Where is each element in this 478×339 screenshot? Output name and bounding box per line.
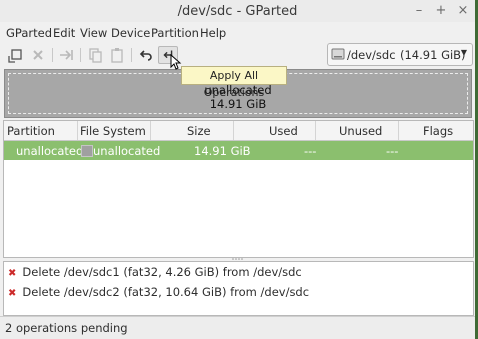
cell-used: --- — [304, 144, 317, 158]
mouse-pointer-icon — [170, 54, 182, 70]
table-header: Partition File System Size Used Unused F… — [4, 121, 473, 141]
minimize-button[interactable]: – — [411, 3, 427, 19]
operation-text: Delete /dev/sdc1 (fat32, 4.26 GiB) from … — [22, 265, 302, 279]
device-name: /dev/sdc — [347, 48, 396, 62]
copy-icon[interactable] — [85, 46, 105, 64]
drive-icon — [331, 48, 345, 60]
delete-partition-icon[interactable] — [28, 46, 48, 64]
gparted-window: /dev/sdc - GParted – + × GParted Edit Vi… — [0, 0, 475, 339]
pending-operations-list: ✖ Delete /dev/sdc1 (fat32, 4.26 GiB) from… — [3, 261, 474, 316]
toolbar-separator — [80, 48, 81, 62]
column-divider — [233, 121, 234, 140]
delete-icon: ✖ — [8, 268, 17, 279]
paste-icon[interactable] — [107, 46, 127, 64]
status-text: 2 operations pending — [5, 321, 128, 335]
partition-table: Partition File System Size Used Unused F… — [3, 120, 474, 258]
chevron-down-icon: ▼ — [460, 48, 467, 57]
status-bar: 2 operations pending — [0, 316, 475, 339]
cell-partition: unallocated — [16, 144, 84, 158]
column-divider — [398, 121, 399, 140]
cell-filesystem: unallocated — [93, 144, 161, 158]
menu-view[interactable]: View — [80, 26, 107, 40]
list-item[interactable]: ✖ Delete /dev/sdc2 (fat32, 10.64 GiB) fro… — [8, 285, 309, 299]
device-selector[interactable]: /dev/sdc (14.91 GiB) ▼ — [327, 43, 473, 66]
column-unused[interactable]: Unused — [339, 124, 382, 138]
close-button[interactable]: × — [455, 3, 471, 19]
column-size[interactable]: Size — [187, 124, 211, 138]
list-item[interactable]: ✖ Delete /dev/sdc1 (fat32, 4.26 GiB) from… — [8, 265, 302, 279]
column-file-system[interactable]: File System — [80, 124, 146, 138]
undo-icon[interactable] — [136, 46, 156, 64]
resize-move-icon[interactable] — [56, 46, 76, 64]
column-divider — [77, 121, 78, 140]
operation-text: Delete /dev/sdc2 (fat32, 10.64 GiB) from… — [22, 285, 310, 299]
menu-gparted[interactable]: GParted — [6, 26, 52, 40]
menu-help[interactable]: Help — [200, 26, 226, 40]
device-size: (14.91 GiB) — [400, 48, 466, 62]
delete-icon: ✖ — [8, 288, 17, 299]
window-title: /dev/sdc - GParted — [177, 4, 298, 19]
column-flags[interactable]: Flags — [423, 124, 453, 138]
column-used[interactable]: Used — [269, 124, 298, 138]
tooltip: Apply All Operations — [181, 66, 287, 99]
menu-partition[interactable]: Partition — [151, 26, 199, 40]
column-divider — [150, 121, 151, 140]
filesystem-color-swatch — [81, 145, 93, 157]
cell-size: 14.91 GiB — [194, 144, 251, 158]
column-partition[interactable]: Partition — [7, 124, 55, 138]
menu-device[interactable]: Device — [111, 26, 150, 40]
table-row[interactable]: unallocated unallocated 14.91 GiB --- --… — [4, 141, 473, 160]
maximize-button[interactable]: + — [433, 3, 449, 19]
toolbar-separator — [52, 48, 53, 62]
title-bar[interactable]: /dev/sdc - GParted – + × — [0, 0, 475, 22]
column-divider — [315, 121, 316, 140]
menu-bar: GParted Edit View Device Partition Help — [0, 22, 475, 42]
cell-unused: --- — [386, 144, 399, 158]
new-partition-icon[interactable] — [6, 46, 26, 64]
menu-edit[interactable]: Edit — [53, 26, 75, 40]
toolbar-separator — [131, 48, 132, 62]
